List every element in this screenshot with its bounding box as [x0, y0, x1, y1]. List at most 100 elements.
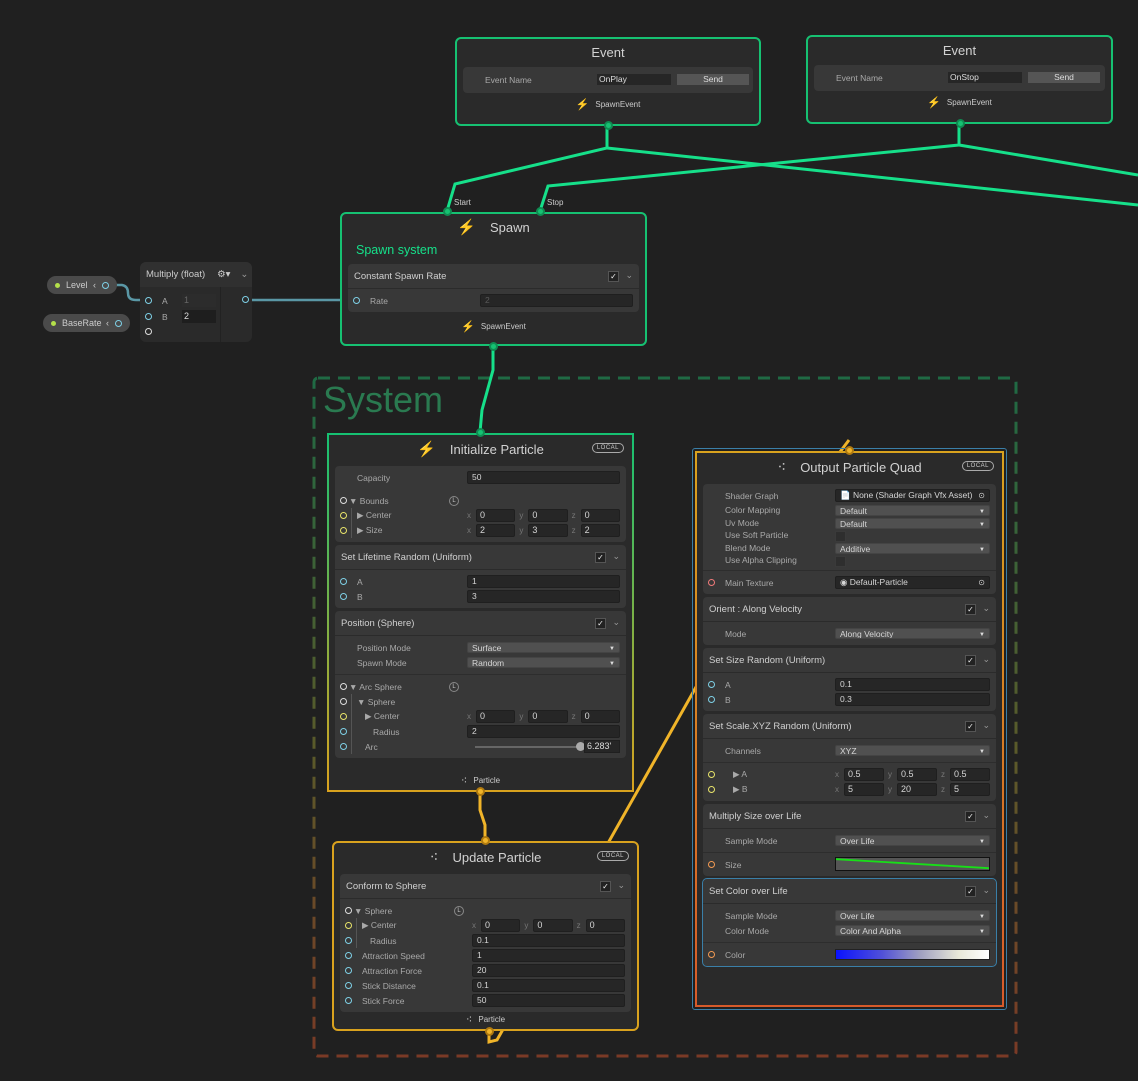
chevron-down-icon[interactable]: ⌄ — [982, 885, 990, 896]
block-settings[interactable]: Shader Graph 📄 None (Shader Graph Vfx Ass… — [703, 484, 996, 594]
input-port[interactable] — [345, 952, 352, 959]
value-field[interactable]: 0.3 — [835, 693, 990, 706]
component-input[interactable]: 0 — [580, 710, 620, 723]
component-input[interactable]: 2 — [580, 524, 620, 537]
input-port[interactable] — [345, 997, 352, 1004]
block-position--sphere-[interactable]: Position (Sphere) ✓ ⌄ Position Mode Surface S… — [335, 611, 626, 758]
component-input[interactable]: 0 — [533, 919, 573, 932]
chevron-down-icon[interactable]: ⌄ — [625, 270, 633, 281]
input-field[interactable]: 2 — [182, 310, 216, 323]
block-header[interactable]: Set Color over Life ✓ ⌄ — [703, 879, 996, 904]
value-field[interactable]: 1 — [472, 949, 625, 962]
block-set-lifetime-random--uniform-[interactable]: Set Lifetime Random (Uniform) ✓ ⌄ A 1 B 3 — [335, 545, 626, 608]
value-field[interactable]: 20 — [472, 964, 625, 977]
component-input[interactable]: 0.5 — [897, 768, 937, 781]
chevron-down-icon[interactable]: ⌄ — [612, 617, 620, 628]
enable-checkbox[interactable]: ✓ — [595, 552, 606, 563]
input-port[interactable] — [340, 683, 347, 690]
block-set-size-random--uniform-[interactable]: Set Size Random (Uniform) ✓ ⌄ A 0.1 B 0.3 — [703, 648, 996, 711]
block-multiply-size-over-life[interactable]: Multiply Size over Life ✓ ⌄ Sample Mode Over… — [703, 804, 996, 876]
enable-checkbox[interactable]: ✓ — [965, 811, 976, 822]
block-settings[interactable]: Capacity 50 ▼ Bounds L ▶ Center x 0 y 0 z 0 ▶ Size x… — [335, 466, 626, 542]
input-port[interactable] — [340, 578, 347, 585]
component-input[interactable]: 2 — [476, 524, 516, 537]
component-input[interactable]: 3 — [528, 524, 568, 537]
input-port[interactable] — [708, 861, 715, 868]
spawn-context[interactable]: ⚡ Spawn Spawn system Constant Spawn Rate ✓ ⌄ R… — [340, 212, 647, 346]
component-input[interactable]: 0 — [476, 509, 516, 522]
slider-value[interactable]: 6.283' — [584, 740, 620, 753]
checkbox[interactable] — [835, 556, 846, 567]
input-port[interactable] — [340, 698, 347, 705]
enable-checkbox[interactable]: ✓ — [965, 886, 976, 897]
chevron-down-icon[interactable]: ⌄ — [982, 654, 990, 665]
block-set-scale-xyz-random--uniform-[interactable]: Set Scale.XYZ Random (Uniform) ✓ ⌄ Channels… — [703, 714, 996, 801]
block-orient---along-velocity[interactable]: Orient : Along Velocity ✓ ⌄ Mode Along Veloc… — [703, 597, 996, 645]
flow-output-port[interactable] — [489, 342, 498, 351]
input-port[interactable] — [708, 681, 715, 688]
output-port[interactable] — [115, 319, 122, 327]
object-field[interactable]: 📄 None (Shader Graph Vfx Asset) — [835, 489, 990, 502]
chevron-down-icon[interactable]: ⌄ — [982, 720, 990, 731]
chevron-down-icon[interactable]: ⌄ — [982, 603, 990, 614]
chevron-down-icon[interactable]: ⌄ — [617, 880, 625, 891]
value-field[interactable]: 0.1 — [835, 678, 990, 691]
dropdown[interactable]: Default — [835, 518, 990, 529]
component-input[interactable]: 0.5 — [950, 768, 990, 781]
input-port[interactable] — [708, 951, 715, 958]
input-port[interactable] — [340, 527, 347, 534]
input-port[interactable] — [145, 313, 152, 320]
component-input[interactable]: 0 — [528, 509, 568, 522]
input-port[interactable] — [340, 593, 347, 600]
initialize-context[interactable]: ⚡ Initialize Particle LOCAL Capacity 50 ▼ Bou… — [327, 433, 634, 792]
send-button[interactable]: Send — [677, 74, 749, 85]
input-port[interactable] — [345, 967, 352, 974]
multiply-node[interactable]: Multiply (float) ⚙▾ ⌄ A 1 B 2 — [140, 262, 252, 342]
block-header[interactable]: Multiply Size over Life ✓ ⌄ — [703, 804, 996, 829]
value-field[interactable]: 0.1 — [472, 934, 625, 947]
add-input-port[interactable] — [145, 328, 152, 335]
component-input[interactable]: 20 — [897, 783, 937, 796]
input-port[interactable] — [340, 728, 347, 735]
event-node[interactable]: Event Event Name OnStop Send ⚡ SpawnEvent — [806, 35, 1113, 124]
space-toggle-l[interactable]: L — [454, 905, 464, 916]
input-port[interactable] — [345, 982, 352, 989]
input-port[interactable] — [353, 297, 360, 304]
dropdown[interactable]: Additive — [835, 543, 990, 554]
update-context[interactable]: ⁖ Update Particle LOCAL Conform to Sphere ✓ ⌄… — [332, 841, 639, 1031]
enable-checkbox[interactable]: ✓ — [600, 881, 611, 892]
flow-input-stop[interactable] — [536, 207, 545, 216]
input-port[interactable] — [340, 512, 347, 519]
block-header[interactable]: Orient : Along Velocity ✓ ⌄ — [703, 597, 996, 622]
component-input[interactable]: 0.5 — [844, 768, 884, 781]
input-port[interactable] — [708, 771, 715, 778]
input-port[interactable] — [345, 922, 352, 929]
chevron-down-icon[interactable]: ⌄ — [612, 551, 620, 562]
enable-checkbox[interactable]: ✓ — [608, 271, 619, 282]
block-header[interactable]: Constant Spawn Rate ✓ ⌄ — [348, 264, 639, 289]
space-toggle-l[interactable]: L — [449, 495, 459, 506]
dropdown[interactable]: Along Velocity — [835, 628, 990, 639]
block-header[interactable]: Position (Sphere) ✓ ⌄ — [335, 611, 626, 636]
flow-input-port[interactable] — [845, 446, 854, 455]
flow-input-port[interactable] — [476, 428, 485, 437]
flow-output-port[interactable] — [604, 121, 613, 130]
flow-output-port[interactable] — [485, 1027, 494, 1036]
block-header[interactable]: Set Size Random (Uniform) ✓ ⌄ — [703, 648, 996, 673]
component-input[interactable]: 5 — [844, 783, 884, 796]
space-toggle-l[interactable]: L — [449, 681, 459, 692]
block-conform-to-sphere[interactable]: Conform to Sphere ✓ ⌄ ▼ Sphere L ▶ Center x 0 y 0… — [340, 874, 631, 1012]
enable-checkbox[interactable]: ✓ — [595, 618, 606, 629]
enable-checkbox[interactable]: ✓ — [965, 655, 976, 666]
component-input[interactable]: 0 — [585, 919, 625, 932]
value-field[interactable]: 50 — [472, 994, 625, 1007]
component-input[interactable]: 0 — [528, 710, 568, 723]
event-name-input[interactable]: OnStop — [948, 72, 1022, 83]
input-port[interactable] — [708, 786, 715, 793]
local-space-badge[interactable]: LOCAL — [596, 851, 629, 861]
parameter-level[interactable]: Level ‹ — [47, 276, 117, 294]
input-port[interactable] — [340, 497, 347, 504]
dropdown[interactable]: Surface — [467, 642, 620, 653]
input-port[interactable] — [345, 907, 352, 914]
output-port[interactable] — [102, 281, 109, 289]
